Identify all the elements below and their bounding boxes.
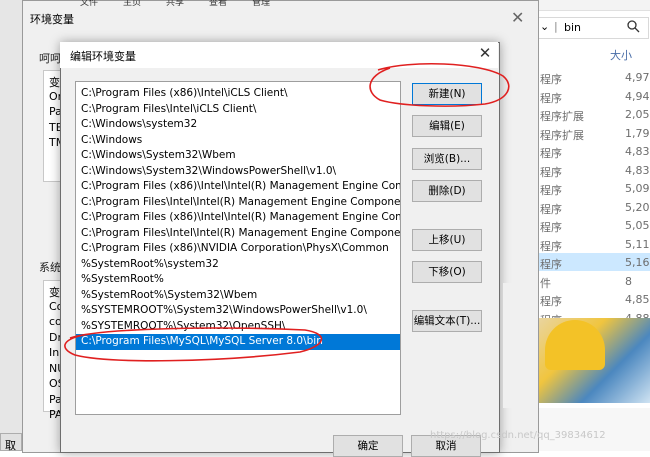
file-size: 5,096 (625, 182, 650, 195)
explorer-file-row[interactable]: 程序 4,978 (537, 68, 650, 86)
path-list-item[interactable]: C:\Windows\system32 (76, 117, 400, 133)
env-var-item[interactable]: 变 (49, 284, 60, 300)
move-down-button[interactable]: 下移(O) (412, 261, 482, 283)
explorer-file-row[interactable]: 程序扩展 1,797 (537, 124, 650, 142)
path-list-item[interactable]: C:\Windows (76, 133, 400, 149)
explorer-tab[interactable]: 共享 (166, 0, 184, 6)
delete-button[interactable]: 删除(D) (412, 180, 482, 202)
dialog-title: 编辑环境变量 (70, 50, 136, 63)
file-type: 程序扩展 (540, 110, 584, 123)
search-icon[interactable] (626, 19, 640, 36)
file-type: 程序扩展 (540, 128, 584, 142)
file-size: 4,831 (625, 145, 650, 158)
path-list-item[interactable]: %SystemRoot% (76, 272, 400, 288)
user-vars-group-label: 呵呵 (39, 52, 61, 65)
file-type: 程序 (540, 165, 562, 179)
file-size: 4,978 (625, 71, 650, 84)
size-column-header[interactable]: 大小 (610, 47, 632, 63)
explorer-file-row[interactable]: 程序 5,096 (537, 179, 650, 197)
file-type: 程序 (540, 147, 562, 160)
watermark: https://blog.csdn.net/qq_39834612 (430, 430, 606, 441)
edit-text-button[interactable]: 编辑文本(T)... (412, 310, 482, 332)
left-background-window (0, 0, 22, 451)
env-scrollbar[interactable] (503, 283, 513, 408)
explorer-file-row[interactable]: 程序 4,943 (537, 87, 650, 105)
file-size: 4,839 (625, 163, 650, 177)
file-type: 程序 (540, 184, 562, 197)
env-window-title: 环境变量 (30, 13, 74, 26)
path-list-item[interactable]: %SYSTEMROOT%\System32\OpenSSH\ (76, 319, 400, 335)
path-list-item[interactable]: C:\Windows\System32\Wbem (76, 148, 400, 164)
file-type: 程序 (540, 91, 562, 105)
explorer-search-text: bin (564, 21, 582, 34)
path-list-item[interactable]: %SystemRoot%\System32\Wbem (76, 288, 400, 304)
separator-icon: | (554, 20, 558, 33)
file-size: 4,856 (625, 293, 650, 306)
browse-button[interactable]: 浏览(B)... (412, 148, 482, 170)
path-list-item[interactable]: %SystemRoot%\system32 (76, 257, 400, 273)
file-type: 件 (540, 276, 551, 290)
path-list-item[interactable]: C:\Program Files\Intel\Intel(R) Manageme… (76, 226, 400, 242)
file-type: 程序 (540, 73, 562, 86)
path-list-item[interactable]: C:\Program Files\MySQL\MySQL Server 8.0\… (76, 334, 400, 350)
file-size: 5,117 (625, 237, 650, 251)
edit-button[interactable]: 编辑(E) (412, 115, 482, 137)
file-size: 5,203 (625, 200, 650, 214)
path-list-item[interactable]: C:\Program Files (x86)\NVIDIA Corporatio… (76, 241, 400, 257)
explorer-tab[interactable]: 主页 (123, 0, 141, 6)
explorer-file-row[interactable]: 程序 5,167 (537, 253, 650, 271)
explorer-file-row[interactable]: 程序 4,856 (537, 290, 650, 308)
path-list-item[interactable]: C:\Program Files (x86)\Intel\Intel(R) Ma… (76, 179, 400, 195)
path-list-item[interactable]: %SYSTEMROOT%\System32\WindowsPowerShell\… (76, 303, 400, 319)
ok-button[interactable]: 确定 (333, 435, 403, 457)
explorer-file-row[interactable]: 程序 5,057 (537, 216, 650, 234)
file-size: 5,167 (625, 256, 650, 269)
new-button[interactable]: 新建(N) (412, 83, 482, 105)
env-close-icon[interactable]: ✕ (511, 8, 527, 27)
explorer-ribbon (530, 0, 650, 11)
file-size: 8 (625, 274, 632, 288)
explorer-tabs: 文件 主页 共享 查看 管理 (80, 0, 320, 6)
explorer-file-row[interactable]: 程序 4,839 (537, 161, 650, 179)
file-size: 4,943 (625, 89, 650, 103)
path-list-item[interactable]: C:\Program Files\Intel\iCLS Client\ (76, 102, 400, 118)
path-list-item[interactable]: C:\Windows\System32\WindowsPowerShell\v1… (76, 164, 400, 180)
explorer-search-box[interactable]: ⌄ | bin (535, 17, 649, 39)
explorer-column-header[interactable]: 大小 (535, 44, 650, 62)
env-var-item[interactable]: In (49, 346, 59, 359)
file-type: 程序 (540, 239, 562, 253)
path-list-item[interactable]: C:\Program Files\Intel\Intel(R) Manageme… (76, 195, 400, 211)
file-type: 程序 (540, 202, 562, 216)
close-icon[interactable]: ✕ (476, 43, 494, 63)
env-var-item[interactable]: 变 (49, 74, 60, 90)
file-type: 程序 (540, 295, 562, 308)
system-vars-group-label: 系统 (39, 261, 61, 274)
move-up-button[interactable]: 上移(U) (412, 229, 482, 251)
explorer-tab[interactable]: 文件 (80, 0, 98, 6)
path-list[interactable]: C:\Program Files (x86)\Intel\iCLS Client… (75, 81, 401, 415)
path-list-item[interactable]: C:\Program Files (x86)\Intel\Intel(R) Ma… (76, 210, 400, 226)
file-type: 程序 (540, 221, 562, 234)
file-size: 2,053 (625, 108, 650, 121)
left-bottom-button[interactable]: 取 (0, 433, 22, 452)
explorer-tab[interactable]: 查看 (209, 0, 227, 6)
chevron-down-icon[interactable]: ⌄ (540, 20, 549, 33)
explorer-tab[interactable]: 管理 (252, 0, 270, 6)
file-type: 程序 (540, 258, 562, 271)
file-size: 1,797 (625, 126, 650, 140)
explorer-file-row[interactable]: 件8 (537, 272, 650, 290)
explorer-file-row[interactable]: 程序 4,831 (537, 142, 650, 160)
explorer-file-row[interactable]: 程序 5,203 (537, 198, 650, 216)
path-list-item[interactable]: C:\Program Files (x86)\Intel\iCLS Client… (76, 86, 400, 102)
file-size: 5,057 (625, 219, 650, 232)
explorer-file-row[interactable]: 程序 5,117 (537, 235, 650, 253)
explorer-file-row[interactable]: 程序扩展 2,053 (537, 105, 650, 123)
